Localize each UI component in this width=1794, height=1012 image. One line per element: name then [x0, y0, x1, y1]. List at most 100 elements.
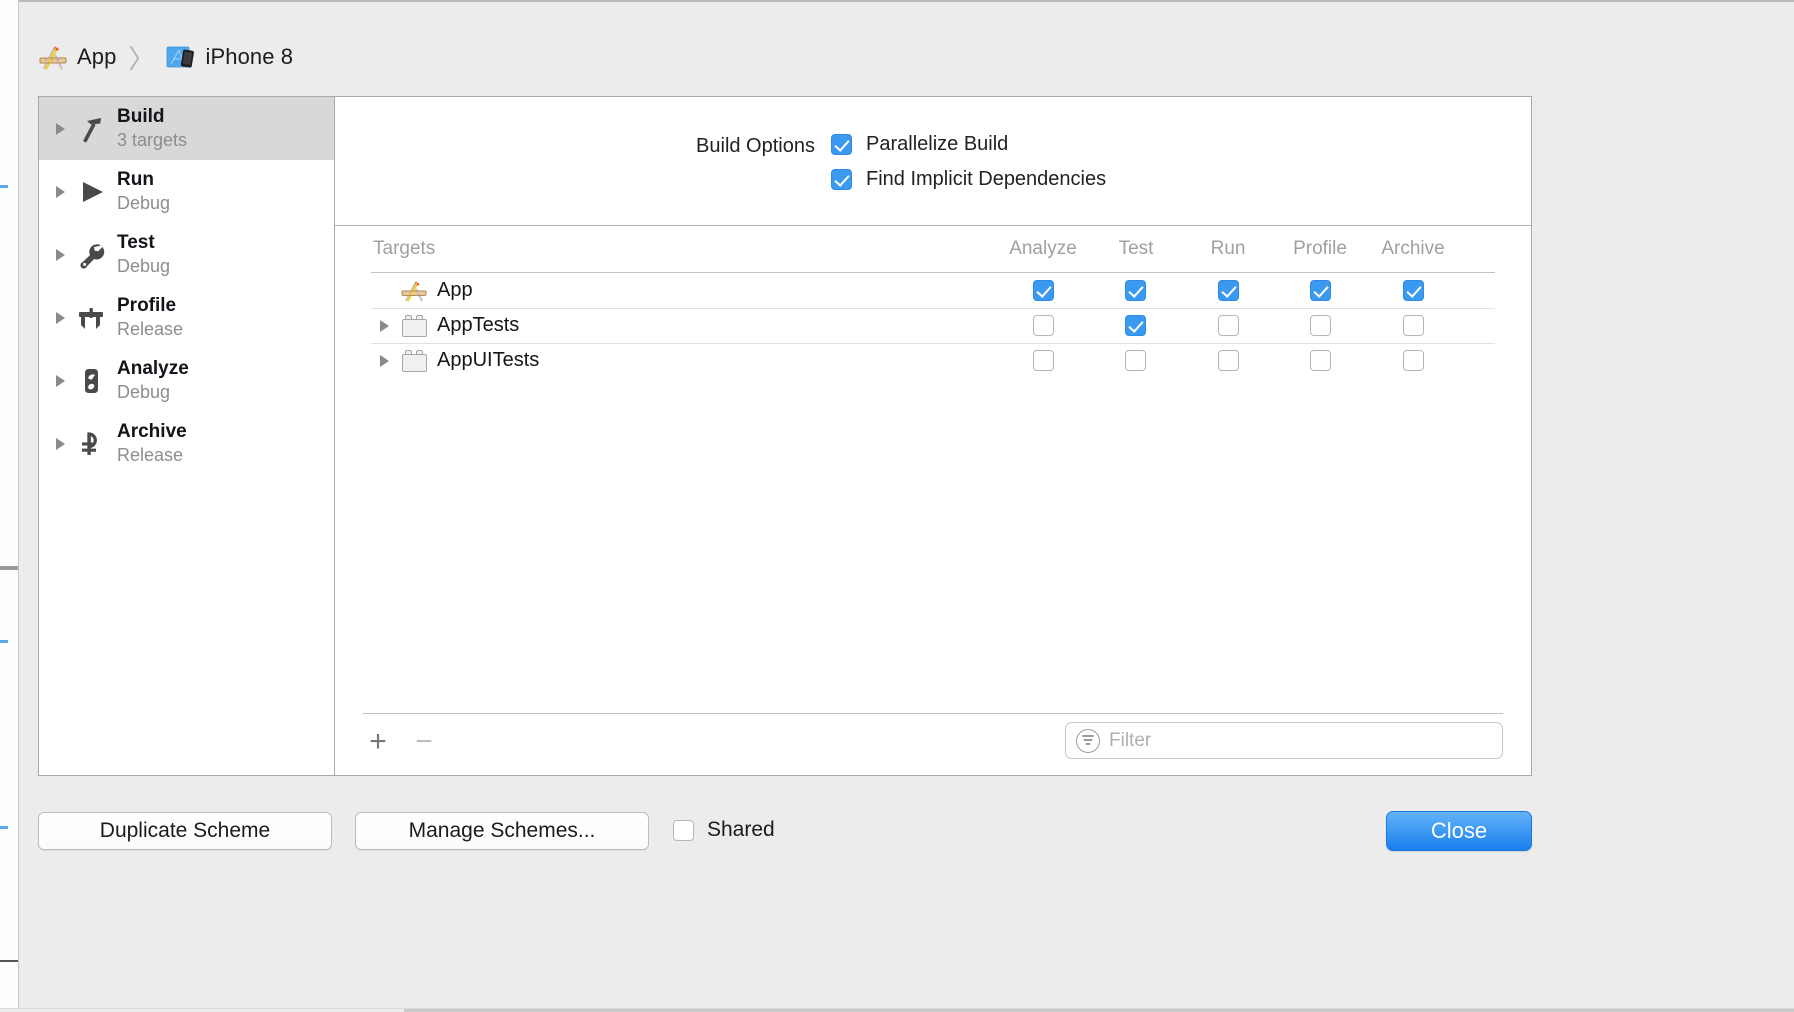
filter-icon [1076, 728, 1100, 753]
sidebar-item-analyze-title: Analyze [117, 358, 189, 379]
target-name-cell[interactable]: AppUITests [371, 343, 539, 378]
sheet-footer: Duplicate Scheme Manage Schemes... Share… [0, 800, 1794, 910]
sidebar-item-test-subtitle: Debug [117, 256, 171, 276]
disclosure-triangle-archive-icon[interactable] [49, 437, 71, 450]
filter-field[interactable]: Filter [1065, 722, 1503, 759]
sidebar-item-run-title: Run [117, 169, 154, 190]
sheet-top-edge [0, 0, 1794, 2]
cell-test-apptests[interactable] [1081, 315, 1189, 336]
target-name-cell[interactable]: App [371, 273, 473, 308]
build-options-section: Build Options Parallelize Build Find Imp… [335, 97, 1531, 226]
play-icon [71, 177, 111, 207]
test-checkbox[interactable] [1124, 280, 1146, 301]
target-name-label: AppUITests [437, 349, 540, 371]
disclosure-triangle-analyze-icon[interactable] [49, 374, 71, 387]
column-header-profile[interactable]: Profile [1266, 238, 1374, 260]
sidebar-item-analyze-subtitle: Debug [117, 382, 171, 402]
bundle-icon [397, 314, 431, 337]
parallelize-build-row[interactable]: Parallelize Build [831, 133, 1008, 156]
shared-option[interactable]: Shared [673, 818, 775, 842]
column-header-archive[interactable]: Archive [1359, 238, 1467, 260]
cell-archive-app[interactable] [1359, 280, 1467, 301]
sidebar-item-run[interactable]: Run Debug [39, 160, 334, 223]
target-name-label: AppTests [437, 314, 520, 336]
analyze-checkbox[interactable] [1032, 280, 1054, 301]
find-implicit-dependencies-row[interactable]: Find Implicit Dependencies [831, 168, 1106, 191]
profile-checkbox[interactable] [1309, 280, 1331, 301]
targets-table: Targets Analyze Test Run Profile Archive [335, 226, 1531, 713]
add-target-button[interactable]: + [363, 727, 393, 757]
wrench-icon [71, 240, 111, 270]
profile-checkbox[interactable] [1309, 350, 1331, 371]
cell-test-appuitests[interactable] [1081, 350, 1189, 371]
archive-checkbox[interactable] [1402, 280, 1424, 301]
sidebar-item-build-title: Build [117, 106, 165, 127]
target-name-cell[interactable]: AppTests [371, 308, 519, 343]
manage-schemes-button[interactable]: Manage Schemes... [355, 812, 649, 850]
targets-table-toolbar: + − Filter [335, 713, 1531, 775]
sidebar-item-test[interactable]: Test Debug [39, 223, 334, 286]
cell-archive-appuitests[interactable] [1359, 350, 1467, 371]
duplicate-scheme-button[interactable]: Duplicate Scheme [38, 812, 332, 850]
archive-icon [71, 429, 111, 459]
cell-profile-appuitests[interactable] [1266, 350, 1374, 371]
build-options-label: Build Options [696, 135, 815, 157]
filter-placeholder: Filter [1109, 729, 1152, 751]
target-name-label: App [437, 279, 473, 301]
archive-checkbox[interactable] [1402, 315, 1424, 336]
analyze-checkbox[interactable] [1032, 315, 1054, 336]
toolbar-divider [363, 713, 1503, 714]
parallelize-build-checkbox[interactable] [831, 134, 852, 155]
close-button[interactable]: Close [1386, 811, 1532, 851]
analyze-checkbox[interactable] [1032, 350, 1054, 371]
sidebar-item-archive-title: Archive [117, 421, 187, 442]
shared-checkbox[interactable] [673, 819, 694, 841]
find-implicit-dependencies-label: Find Implicit Dependencies [866, 168, 1107, 190]
calipers-icon [71, 303, 111, 333]
xcode-app-icon [397, 279, 431, 303]
sidebar-item-run-subtitle: Debug [117, 193, 171, 213]
breadcrumb-scheme-label: App [77, 44, 117, 69]
scheme-editor-sheet: App 〉 iPhone 8 Build 3 targets Run Debug… [0, 0, 1794, 1012]
run-checkbox[interactable] [1217, 315, 1239, 336]
sidebar-item-profile-subtitle: Release [117, 319, 184, 339]
table-row[interactable]: AppUITests [371, 343, 1495, 378]
action-sidebar: Build 3 targets Run Debug Test Debug Pro… [39, 97, 335, 775]
breadcrumb-scheme[interactable]: App [38, 43, 116, 71]
disclosure-triangle-icon[interactable] [371, 319, 397, 332]
window-bottom-edge [0, 1008, 1794, 1012]
column-header-targets[interactable]: Targets [373, 238, 435, 260]
find-implicit-dependencies-checkbox[interactable] [831, 169, 852, 190]
analyze-icon [71, 366, 111, 396]
table-row[interactable]: App [371, 273, 1495, 309]
remove-target-button[interactable]: − [409, 727, 439, 757]
sidebar-item-build[interactable]: Build 3 targets [39, 97, 334, 160]
disclosure-triangle-run-icon[interactable] [49, 185, 71, 198]
breadcrumb-destination-label: iPhone 8 [205, 44, 294, 69]
disclosure-triangle-build-icon[interactable] [49, 122, 71, 135]
run-checkbox[interactable] [1217, 350, 1239, 371]
targets-table-header: Targets Analyze Test Run Profile Archive [335, 226, 1531, 273]
breadcrumb-destination[interactable]: iPhone 8 [166, 44, 293, 70]
run-checkbox[interactable] [1217, 280, 1239, 301]
cell-profile-apptests[interactable] [1266, 315, 1374, 336]
disclosure-triangle-test-icon[interactable] [49, 248, 71, 261]
sidebar-item-analyze[interactable]: Analyze Debug [39, 349, 334, 412]
cell-test-app[interactable] [1081, 280, 1189, 301]
disclosure-triangle-icon[interactable] [371, 354, 397, 367]
sidebar-item-test-title: Test [117, 232, 155, 253]
cell-archive-apptests[interactable] [1359, 315, 1467, 336]
breadcrumb: App 〉 iPhone 8 [38, 38, 293, 76]
sidebar-item-archive[interactable]: Archive Release [39, 412, 334, 475]
profile-checkbox[interactable] [1309, 315, 1331, 336]
table-row[interactable]: AppTests [371, 308, 1495, 344]
bundle-icon [397, 349, 431, 372]
test-checkbox[interactable] [1124, 315, 1146, 336]
shared-label: Shared [707, 818, 775, 841]
sidebar-item-profile[interactable]: Profile Release [39, 286, 334, 349]
column-header-analyze[interactable]: Analyze [989, 238, 1097, 260]
archive-checkbox[interactable] [1402, 350, 1424, 371]
cell-profile-app[interactable] [1266, 280, 1374, 301]
test-checkbox[interactable] [1124, 350, 1146, 371]
disclosure-triangle-profile-icon[interactable] [49, 311, 71, 324]
